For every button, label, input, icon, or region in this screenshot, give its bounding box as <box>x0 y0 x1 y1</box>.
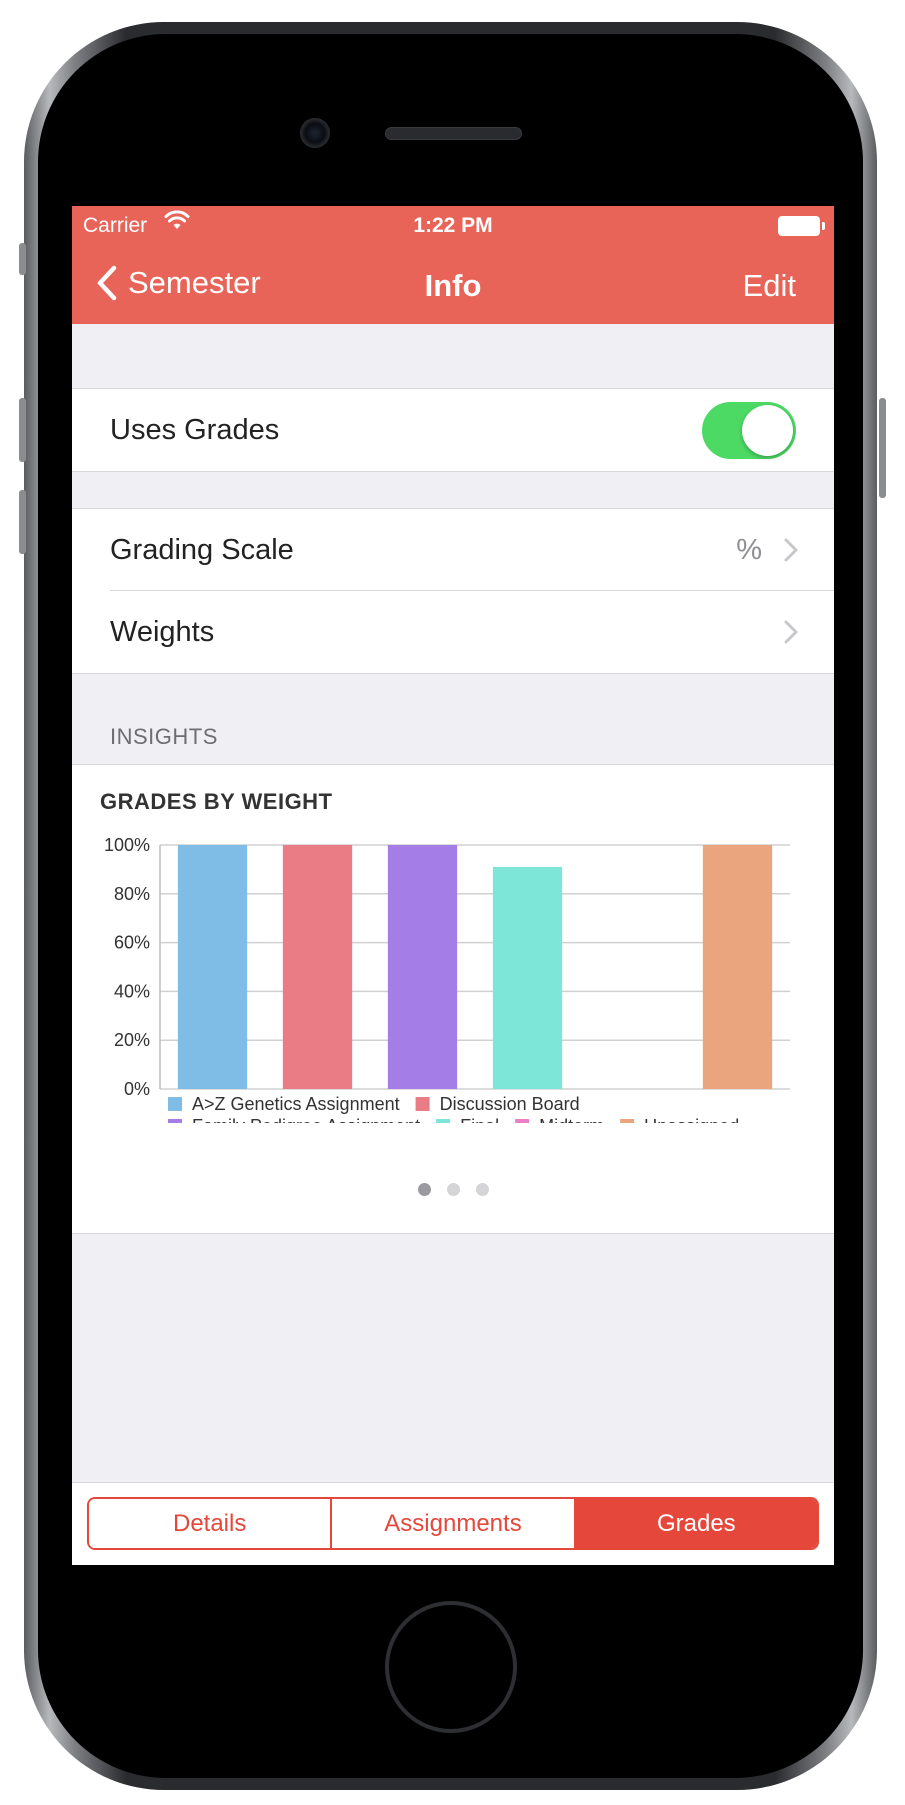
uses-grades-row: Uses Grades <box>72 389 834 471</box>
weights-label: Weights <box>110 615 215 648</box>
bar-a-z-genetics-assignment <box>177 845 248 1089</box>
insights-card[interactable]: GRADES BY WEIGHT 0% 20% 40% 60% 80% 100% A>Z G… <box>72 764 834 1234</box>
chevron-right-icon <box>784 620 798 644</box>
grading-scale-label: Grading Scale <box>110 533 294 566</box>
volume-up-button <box>19 398 26 462</box>
legend-swatch <box>436 1119 451 1123</box>
y-tick-label: 60% <box>114 933 150 953</box>
earpiece-speaker <box>385 127 522 140</box>
legend-swatch <box>515 1119 530 1123</box>
tab-details[interactable]: Details <box>89 1499 331 1548</box>
page-dot[interactable] <box>446 1183 460 1196</box>
y-tick-label: 20% <box>114 1030 150 1050</box>
bar-unassigned <box>702 845 773 1089</box>
legend-swatch <box>168 1119 182 1123</box>
legend-label: Discussion Board <box>440 1094 580 1114</box>
tab-assignments[interactable]: Assignments <box>330 1499 574 1548</box>
legend-label: Final <box>460 1116 499 1123</box>
home-button[interactable] <box>385 1601 517 1733</box>
legend-label: Family Pedigree Assignment <box>192 1116 420 1123</box>
app-screen: Carrier 1:22 PM Semester Info Edit Uses … <box>72 206 834 1565</box>
edit-button[interactable]: Edit <box>743 268 796 304</box>
grading-settings-group: Grading Scale % Weights <box>72 508 834 674</box>
uses-grades-toggle[interactable] <box>702 402 796 459</box>
section-segmented-control: Details Assignments Grades <box>87 1497 819 1550</box>
weights-row[interactable]: Weights <box>72 591 834 673</box>
front-camera <box>300 118 330 148</box>
grading-scale-row[interactable]: Grading Scale % <box>72 509 834 591</box>
battery-icon <box>778 216 825 236</box>
y-tick-label: 0% <box>124 1079 150 1099</box>
page-dot[interactable] <box>417 1183 431 1196</box>
toggle-knob <box>742 405 793 456</box>
mute-switch <box>19 243 26 275</box>
y-tick-label: 80% <box>114 884 150 904</box>
uses-grades-label: Uses Grades <box>110 413 280 446</box>
grades-by-weight-chart: 0% 20% 40% 60% 80% 100% A>Z Genetics Assignmen… <box>104 835 790 1123</box>
header-bar: Carrier 1:22 PM Semester Info Edit <box>72 206 834 324</box>
legend-swatch <box>168 1097 182 1111</box>
page-indicator[interactable] <box>72 1183 834 1196</box>
legend-swatch <box>620 1119 635 1123</box>
grading-scale-value: % <box>736 533 762 566</box>
page-dot[interactable] <box>475 1183 489 1196</box>
y-tick-label: 100% <box>104 835 150 855</box>
legend-label: Unassigned <box>644 1116 739 1123</box>
bar-discussion-board <box>282 845 353 1089</box>
insights-section-header: INSIGHTS <box>110 724 218 749</box>
bar-family-pedigree-assignment <box>387 845 458 1089</box>
status-time: 1:22 PM <box>413 214 493 237</box>
status-bar: Carrier 1:22 PM <box>72 206 834 246</box>
legend-label: A>Z Genetics Assignment <box>192 1094 400 1114</box>
navigation-bar: Semester Info Edit <box>72 246 834 324</box>
chart-title: GRADES BY WEIGHT <box>100 789 333 814</box>
uses-grades-group: Uses Grades <box>72 388 834 472</box>
legend-swatch <box>415 1097 430 1111</box>
y-tick-label: 40% <box>114 981 150 1001</box>
bar-final <box>492 866 563 1089</box>
bottom-bar: Details Assignments Grades <box>72 1482 834 1565</box>
legend-label: Midterm <box>539 1116 604 1123</box>
tab-grades[interactable]: Grades <box>573 1499 817 1548</box>
chevron-right-icon <box>784 538 798 562</box>
page-title: Info <box>424 268 482 303</box>
volume-down-button <box>19 490 26 554</box>
power-button <box>879 398 886 498</box>
